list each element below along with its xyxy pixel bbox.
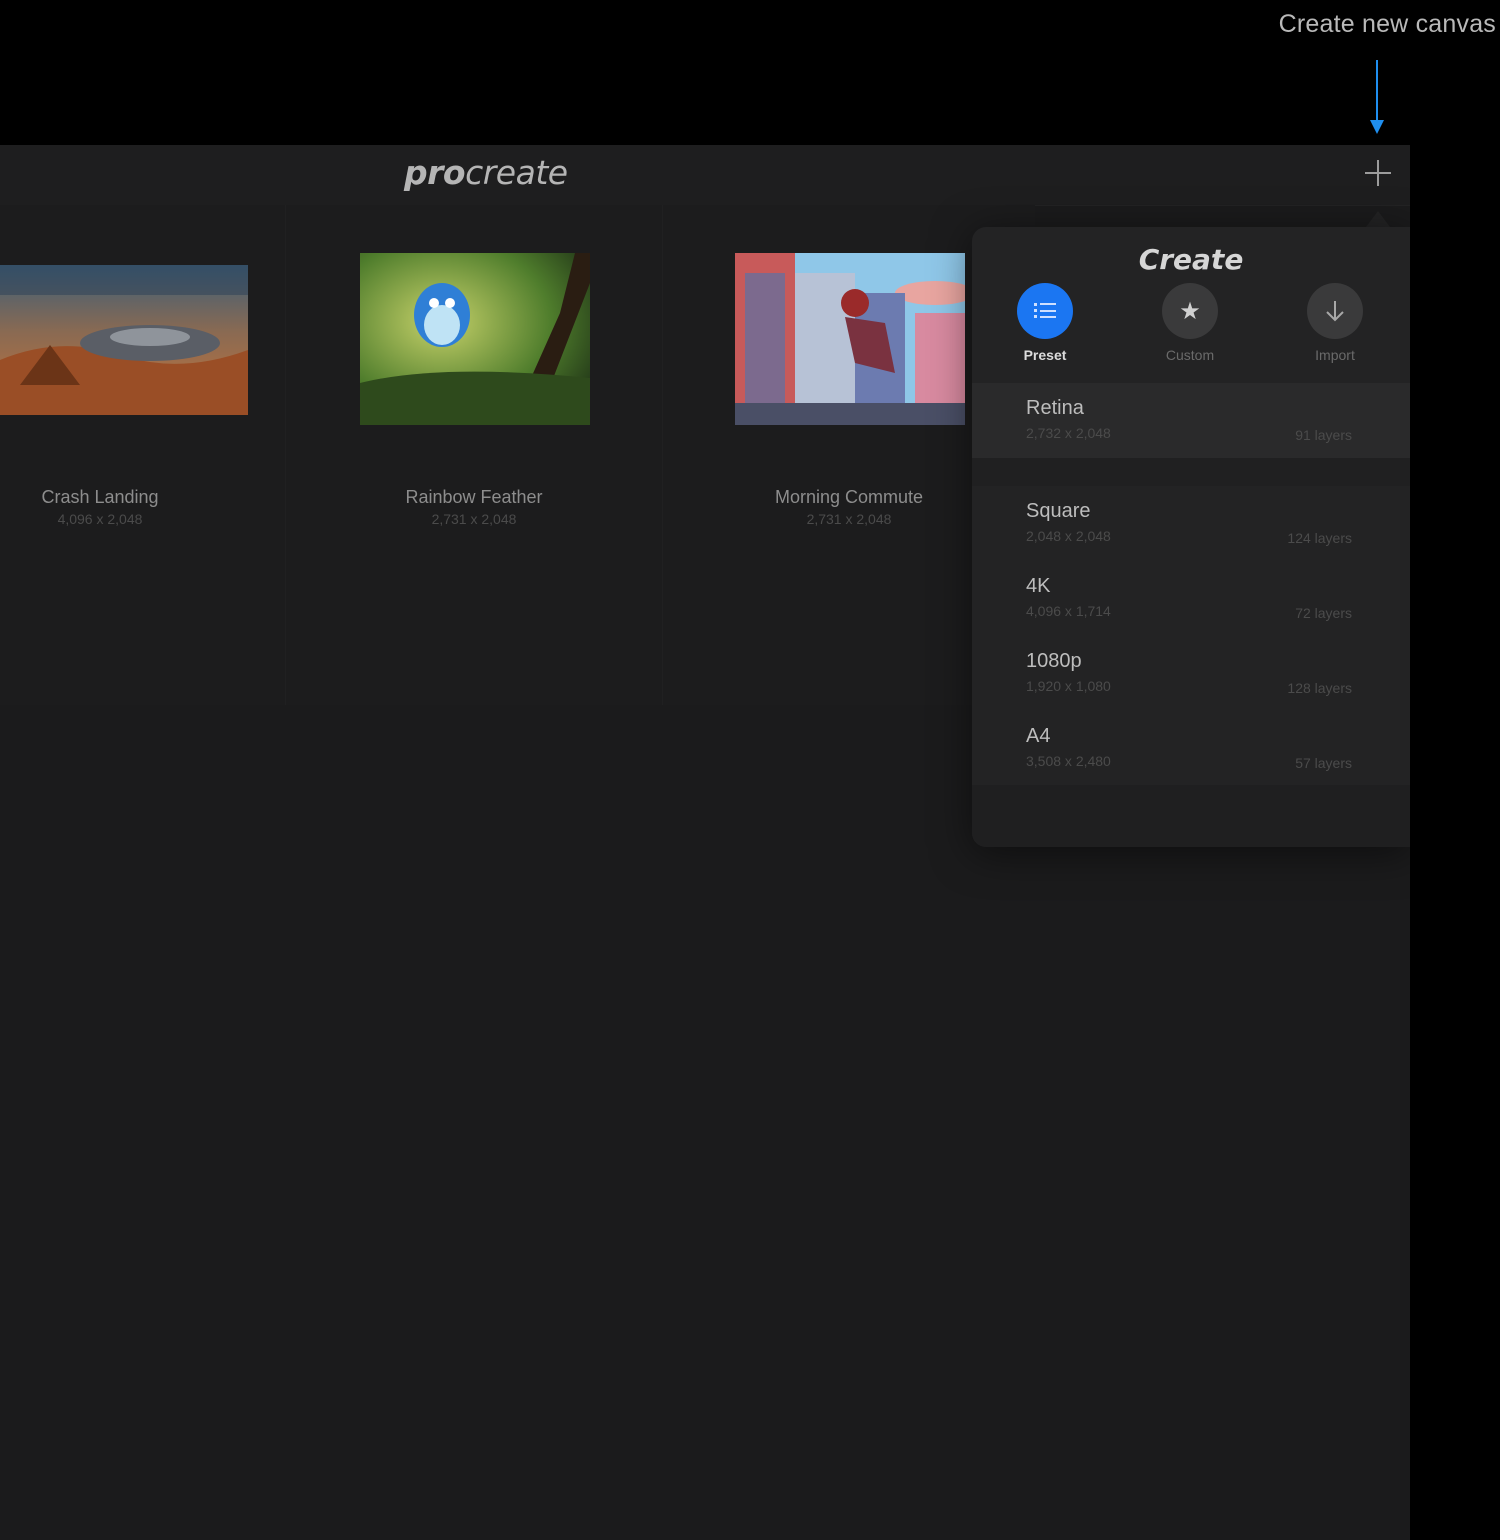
create-popover: Create Preset ★ Custom Import Retina 2,7… <box>972 227 1410 847</box>
preset-1080p[interactable]: 1080p 1,920 x 1,080 128 layers <box>972 636 1410 711</box>
artwork-card-crash-landing[interactable]: Crash Landing 4,096 x 2,048 <box>0 205 286 705</box>
artwork-title: Crash Landing <box>41 487 159 507</box>
artwork-title: Rainbow Feather <box>405 487 543 507</box>
list-icon <box>1017 283 1073 339</box>
tab-custom[interactable]: ★ Custom <box>1145 283 1235 363</box>
tab-label: Custom <box>1165 347 1215 363</box>
preset-retina[interactable]: Retina 2,732 x 2,048 91 layers <box>972 383 1410 458</box>
preset-name: 4K <box>1026 575 1051 597</box>
annotation-arrow <box>1370 60 1384 134</box>
create-mode-tabs: Preset ★ Custom Import <box>972 283 1410 373</box>
preset-layers: 128 layers <box>1287 680 1352 696</box>
star-icon: ★ <box>1162 283 1218 339</box>
popover-footer <box>972 785 1410 847</box>
artwork-dimensions: 4,096 x 2,048 <box>57 511 143 527</box>
procreate-logo: procreate <box>404 153 568 192</box>
preset-layers: 91 layers <box>1295 427 1352 443</box>
preset-name: A4 <box>1026 725 1051 747</box>
tab-preset[interactable]: Preset <box>1000 283 1090 363</box>
preset-layers: 57 layers <box>1295 755 1352 771</box>
tab-import[interactable]: Import <box>1290 283 1380 363</box>
preset-dimensions: 2,732 x 2,048 <box>1026 425 1111 441</box>
top-bar: procreate <box>0 145 1410 206</box>
preset-dimensions: 1,920 x 1,080 <box>1026 678 1111 694</box>
create-new-canvas-button[interactable] <box>1362 157 1394 189</box>
artwork-card-rainbow-feather[interactable]: Rainbow Feather 2,731 x 2,048 <box>286 205 663 705</box>
download-arrow-icon <box>1307 283 1363 339</box>
preset-square[interactable]: Square 2,048 x 2,048 124 layers <box>972 486 1410 561</box>
tab-label: Import <box>1315 347 1355 363</box>
artwork-dimensions: 2,731 x 2,048 <box>431 511 517 527</box>
preset-dimensions: 2,048 x 2,048 <box>1026 528 1111 544</box>
preset-dimensions: 3,508 x 2,480 <box>1026 753 1111 769</box>
tab-label: Preset <box>1023 347 1067 363</box>
popover-title: Create <box>1138 243 1244 276</box>
preset-dimensions: 4,096 x 1,714 <box>1026 603 1111 619</box>
preset-layers: 124 layers <box>1287 530 1352 546</box>
artwork-thumbnail <box>735 253 965 425</box>
artwork-thumbnail <box>0 265 248 415</box>
preset-name: 1080p <box>1026 650 1082 672</box>
section-divider <box>972 458 1410 486</box>
preset-name: Retina <box>1026 397 1084 419</box>
preset-a4[interactable]: A4 3,508 x 2,480 57 layers <box>972 711 1410 786</box>
procreate-gallery: procreate Crash Landing 4,096 x 2,048 Ra… <box>0 145 1410 1540</box>
artwork-thumbnail <box>360 253 590 425</box>
preset-4k[interactable]: 4K 4,096 x 1,714 72 layers <box>972 561 1410 636</box>
popover-pointer <box>1366 211 1390 227</box>
preset-name: Square <box>1026 500 1091 522</box>
create-canvas-annotation: Create new canvas <box>1278 10 1496 38</box>
preset-layers: 72 layers <box>1295 605 1352 621</box>
